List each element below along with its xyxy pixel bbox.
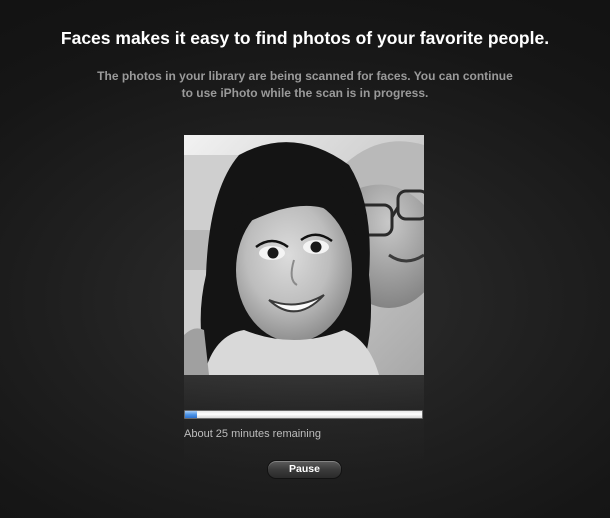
scan-description: The photos in your library are being sca… bbox=[97, 69, 513, 100]
scan-progress-bar bbox=[184, 410, 423, 419]
faces-headline: Faces makes it easy to find photos of yo… bbox=[60, 28, 550, 48]
couple-photo-illustration bbox=[184, 135, 424, 375]
pause-button[interactable]: Pause bbox=[267, 460, 342, 479]
time-remaining-label: About 25 minutes remaining bbox=[184, 428, 321, 440]
photo-thumbnail bbox=[184, 135, 424, 375]
photo-reflection bbox=[184, 375, 424, 470]
scan-progress-fill bbox=[185, 411, 197, 418]
